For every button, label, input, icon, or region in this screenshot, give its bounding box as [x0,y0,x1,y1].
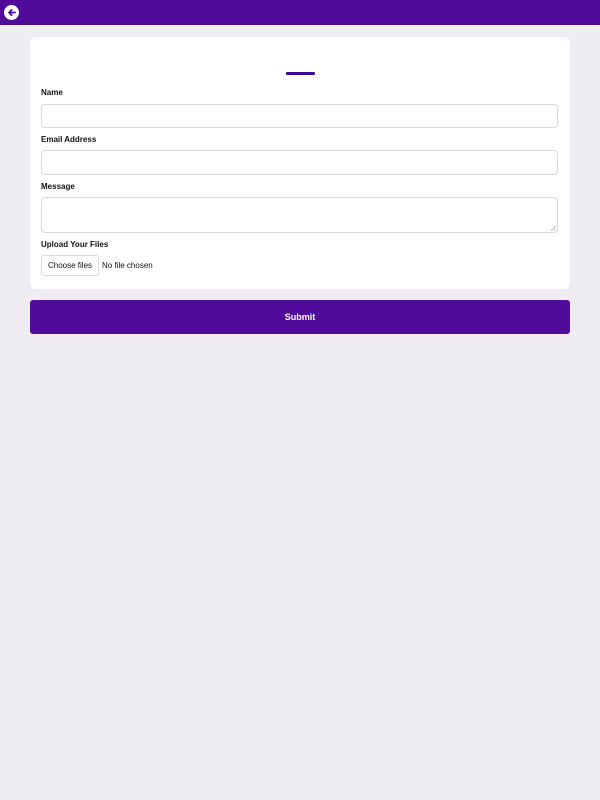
title-underline [286,72,315,75]
email-label: Email Address [41,135,97,144]
email-input[interactable] [41,150,558,175]
name-label: Name [41,88,63,97]
message-label: Message [41,182,75,191]
submit-button[interactable]: Submit [30,300,570,334]
arrow-left-circle-icon [6,7,17,18]
upload-label: Upload Your Files [41,240,109,249]
choose-files-button[interactable]: Choose files [41,255,100,276]
message-textarea[interactable] [41,197,558,233]
file-status-text: No file chosen [102,261,153,270]
back-button[interactable] [4,5,19,20]
file-upload-control: Choose files No file chosen [41,255,153,276]
contact-form-card: Name Email Address Message Upload Your F… [30,37,570,289]
message-wrapper [41,197,558,233]
name-input[interactable] [41,104,558,128]
top-app-bar [0,0,600,25]
